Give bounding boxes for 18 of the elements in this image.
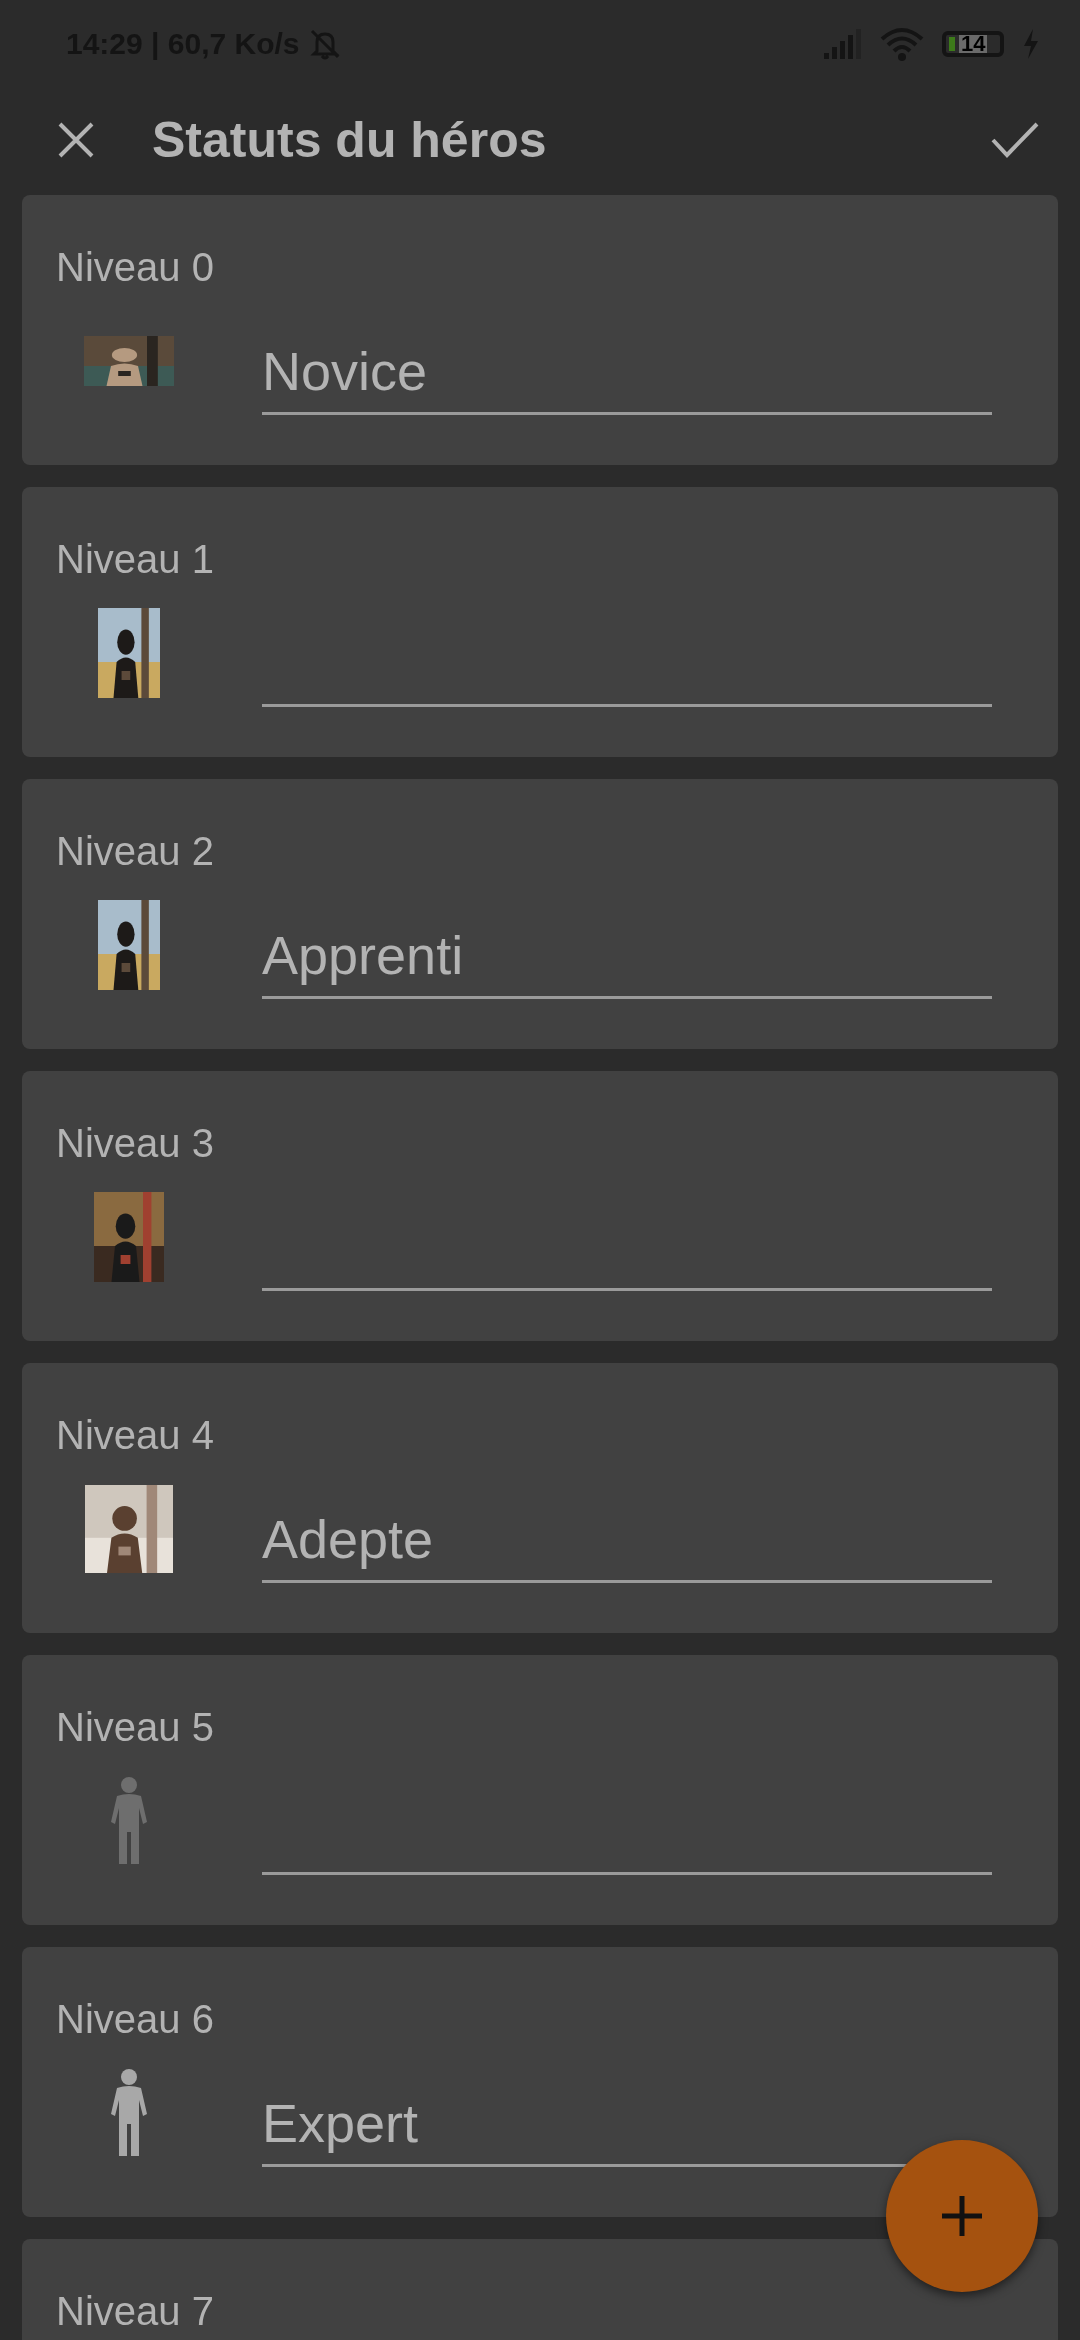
level-label: Niveau 6	[56, 1996, 215, 2043]
title-field[interactable]: Apprenti	[262, 891, 992, 999]
screen-title: Statuts du héros	[152, 111, 547, 169]
level-label: Niveau 3	[56, 1120, 215, 1167]
charging-icon	[1022, 29, 1040, 59]
close-icon[interactable]	[56, 120, 96, 160]
plus-icon	[940, 2194, 984, 2238]
checkmark-icon[interactable]	[990, 120, 1040, 160]
level-label: Niveau 7	[56, 2288, 215, 2335]
title-field[interactable]: Adepte	[262, 1475, 992, 1583]
level-label: Niveau 4	[56, 1412, 215, 1459]
level-label: Niveau 2	[56, 828, 215, 875]
title-field[interactable]: Novice	[262, 307, 992, 415]
level-label: Niveau 0	[56, 244, 215, 291]
level-label: Niveau 1	[56, 536, 215, 583]
wifi-icon	[880, 27, 924, 61]
battery-icon: 14	[942, 31, 1004, 57]
level-label: Niveau 5	[56, 1704, 215, 1751]
